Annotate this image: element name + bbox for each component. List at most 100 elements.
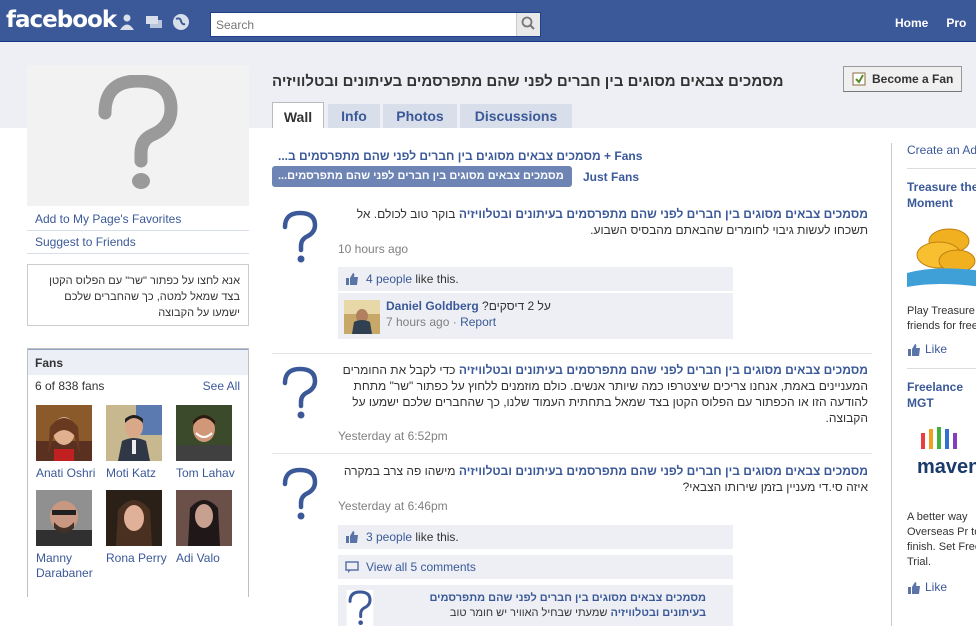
fan-grid: Anati Oshri Moti Katz Tom Lahav Manny Da…: [28, 397, 248, 597]
view-comments-row[interactable]: View all 5 comments: [338, 555, 733, 579]
tab-info[interactable]: Info: [328, 104, 380, 128]
search-icon: [521, 16, 535, 30]
likes-count-link[interactable]: 4 people: [366, 272, 412, 286]
comment-author[interactable]: Daniel Goldberg: [386, 299, 479, 313]
tab-wall[interactable]: Wall: [272, 102, 324, 128]
facebook-logo[interactable]: facebook: [6, 7, 117, 33]
thumbs-up-icon: [908, 344, 920, 356]
right-column: Create an Ad Treasure the Moment Play Tr…: [907, 143, 976, 594]
ad-text: Play Treasure friends for free: [907, 305, 976, 332]
avatar[interactable]: [36, 405, 92, 461]
ad-like[interactable]: Like: [907, 342, 976, 356]
create-ad-link[interactable]: Create an Ad: [907, 143, 976, 159]
avatar[interactable]: [106, 490, 162, 546]
post-author[interactable]: מסמכים צבאים מסוגים בין חברים לפני שהם מ…: [459, 207, 868, 221]
page-avatar-question-icon[interactable]: [280, 210, 320, 264]
messages-icon[interactable]: [145, 13, 163, 31]
avatar[interactable]: [36, 490, 92, 546]
ad-treasure-image[interactable]: [907, 215, 976, 299]
fan-item[interactable]: Adi Valo: [168, 490, 240, 566]
comment-text: שמעתי שבחיל האוויר יש חומר טוב: [449, 607, 608, 619]
likes-row: 3 people like this.: [338, 525, 733, 549]
see-all-fans-link[interactable]: See All: [203, 375, 240, 397]
filter-page-only-button[interactable]: ...מסמכים צבאים מסוגים בין חברים לפני שה…: [272, 166, 572, 203]
nav-profile[interactable]: Pro: [946, 16, 966, 30]
svg-text:maven: maven: [917, 456, 976, 478]
fan-name[interactable]: Manny Darabaner: [28, 551, 108, 581]
thumbs-up-icon: [346, 273, 358, 285]
profile-picture[interactable]: [27, 65, 249, 206]
top-nav: Home Pro: [895, 16, 976, 30]
right-column-divider: [891, 143, 892, 626]
post-author[interactable]: מסמכים צבאים מסוגים בין חברים לפני שהם מ…: [459, 464, 868, 478]
comment-header: Daniel Goldberg על 2 דיסקים?: [386, 298, 551, 314]
fan-name[interactable]: Adi Valo: [168, 551, 248, 566]
search-button[interactable]: [516, 13, 540, 36]
ad-maven-logo-image[interactable]: maven: [907, 415, 976, 515]
ad-item[interactable]: Treasure the Moment Play Treasure friend…: [907, 179, 976, 356]
comment-text: על 2 דיסקים?: [482, 299, 551, 313]
suggest-to-friends-link[interactable]: Suggest to Friends: [27, 231, 249, 254]
tab-discussions[interactable]: Discussions: [460, 104, 572, 128]
fan-item[interactable]: Anati Oshri: [28, 405, 100, 481]
search-box: [210, 12, 541, 37]
promo-box: אנא לחצו על כפתור "שר" עם הפלוס הקטן בצד…: [27, 264, 249, 326]
commenter-avatar[interactable]: [344, 590, 376, 626]
fans-count: 6 of 838 fans: [35, 379, 105, 393]
fan-item[interactable]: Rona Perry: [98, 490, 170, 566]
likes-count-link[interactable]: 3 people: [366, 530, 412, 544]
search-input[interactable]: [211, 13, 516, 36]
nav-home[interactable]: Home: [895, 16, 928, 30]
ad-item[interactable]: Freelance MGT maven A better way Oversea…: [907, 379, 976, 594]
thumbs-up-icon: [346, 531, 358, 543]
friend-requests-icon[interactable]: [118, 13, 136, 31]
post-timestamp[interactable]: Yesterday at 6:52pm: [338, 429, 448, 443]
post-timestamp[interactable]: 10 hours ago: [338, 242, 408, 256]
report-link[interactable]: Report: [460, 315, 496, 329]
tab-photos[interactable]: Photos: [383, 104, 457, 128]
add-to-favorites-link[interactable]: Add to My Page's Favorites: [27, 208, 249, 231]
post-author[interactable]: מסמכים צבאים מסוגים בין חברים לפני שהם מ…: [459, 363, 868, 377]
fan-name[interactable]: Anati Oshri: [28, 466, 108, 481]
top-bar: facebook Home Pro: [0, 0, 976, 42]
comment-bubble-icon: [345, 561, 359, 573]
avatar[interactable]: [176, 405, 232, 461]
become-fan-icon: [852, 72, 866, 86]
notifications-globe-icon[interactable]: [172, 13, 190, 31]
post-body: מסמכים צבאים מסוגים בין חברים לפני שהם מ…: [338, 206, 868, 238]
page-avatar-question-icon[interactable]: [280, 366, 320, 420]
comment: מסמכים צבאים מסוגים בין חברים לפני שהם מ…: [338, 585, 733, 626]
post-divider: [272, 353, 872, 354]
become-a-fan-label: Become a Fan: [872, 72, 954, 86]
commenter-avatar[interactable]: [344, 300, 380, 334]
filter-just-fans[interactable]: Just Fans: [583, 170, 639, 184]
left-column: Add to My Page's Favorites Suggest to Fr…: [27, 65, 249, 597]
comment: Daniel Goldberg על 2 דיסקים? 7 hours ago…: [338, 293, 733, 339]
fan-item[interactable]: Tom Lahav: [168, 405, 240, 481]
fan-name[interactable]: Rona Perry: [98, 551, 178, 566]
post-body: מסמכים צבאים מסוגים בין חברים לפני שהם מ…: [338, 463, 868, 495]
become-a-fan-button[interactable]: Become a Fan: [843, 66, 962, 92]
avatar[interactable]: [176, 490, 232, 546]
filter-page-and-fans[interactable]: ...מסמכים צבאים מסוגים בין חברים לפני שה…: [278, 149, 642, 163]
ad-title[interactable]: Freelance MGT: [907, 379, 976, 411]
likes-suffix: like this.: [415, 530, 459, 544]
ad-divider: [907, 168, 976, 169]
fans-box: Fans 6 of 838 fans See All Anati Oshri M…: [27, 348, 249, 597]
page-title: מסמכים צבאים מסוגים בין חברים לפני שהם מ…: [272, 73, 784, 90]
post-timestamp[interactable]: Yesterday at 6:46pm: [338, 499, 448, 513]
page-avatar-question-icon[interactable]: [280, 467, 320, 521]
fan-name[interactable]: Moti Katz: [98, 466, 178, 481]
fan-item[interactable]: Moti Katz: [98, 405, 170, 481]
ad-like[interactable]: Like: [907, 580, 976, 594]
comment-meta: 7 hours ago · Report: [386, 315, 497, 329]
avatar[interactable]: [106, 405, 162, 461]
ad-title[interactable]: Treasure the Moment: [907, 179, 976, 211]
thumbs-up-icon: [908, 582, 920, 594]
wall-post: מסמכים צבאים מסוגים בין חברים לפני שהם מ…: [272, 463, 872, 626]
question-mark-icon: [98, 75, 178, 189]
fan-name[interactable]: Tom Lahav: [168, 466, 248, 481]
view-all-comments-link[interactable]: View all 5 comments: [366, 560, 476, 574]
post-divider: [272, 453, 872, 454]
fan-item[interactable]: Manny Darabaner: [28, 490, 100, 581]
